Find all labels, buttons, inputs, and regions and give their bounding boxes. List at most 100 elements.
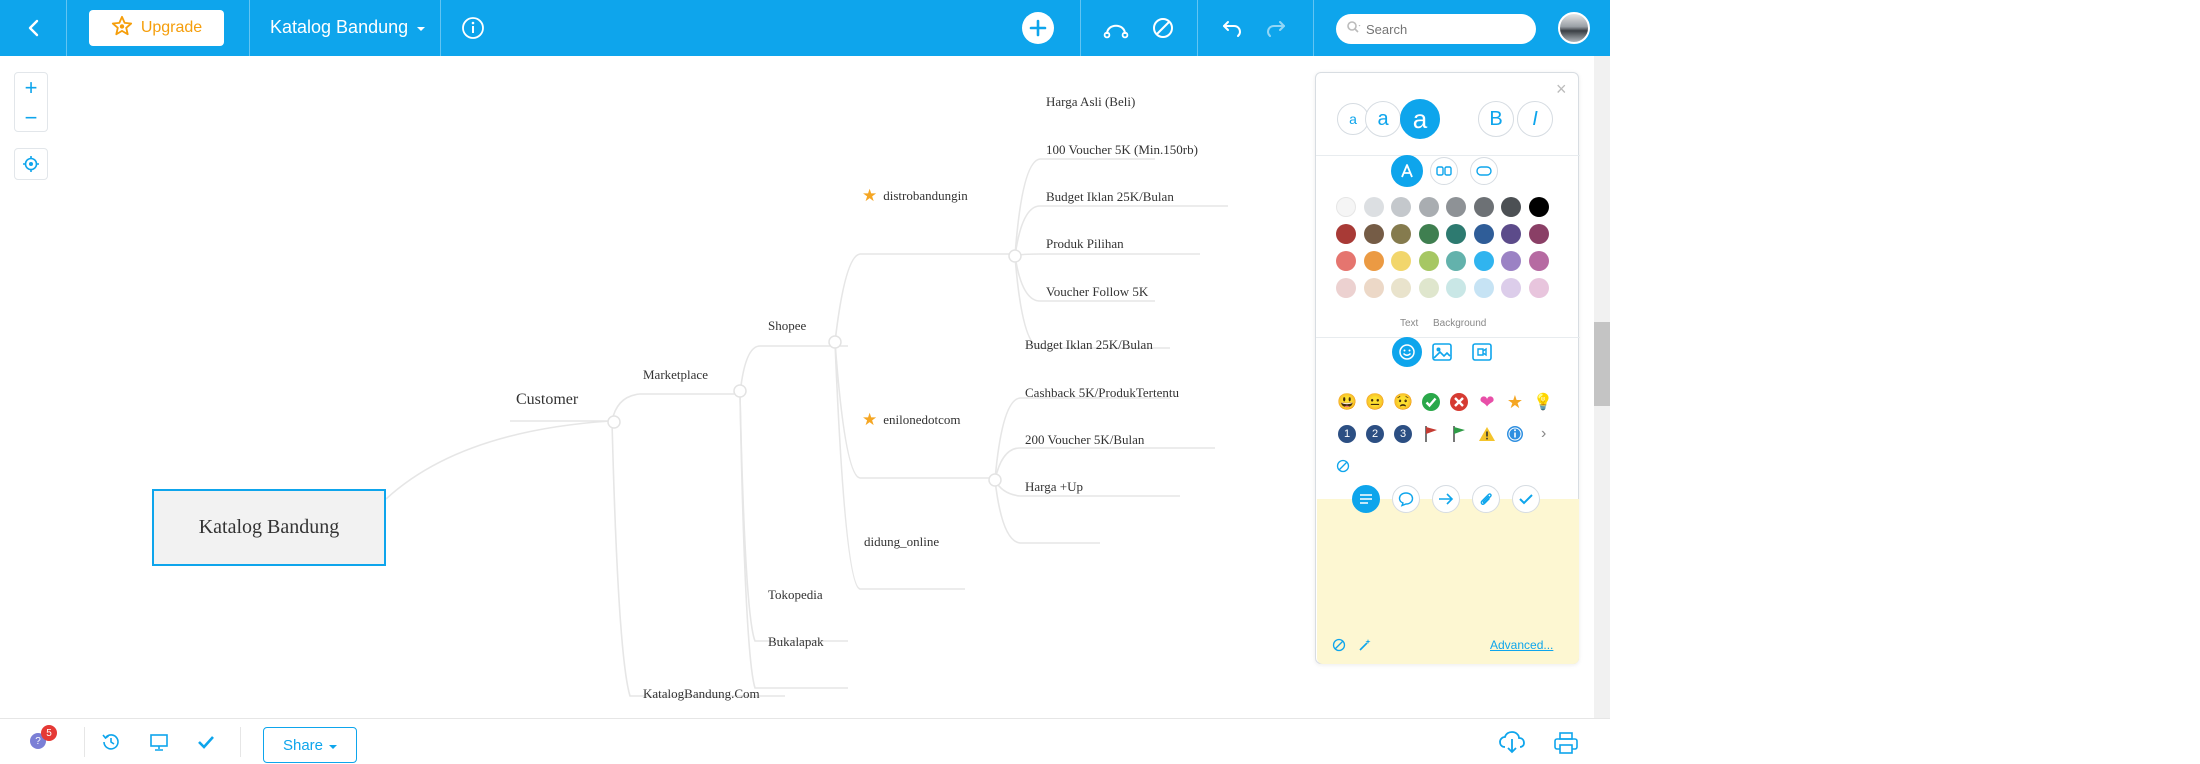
check-mark-icon[interactable]	[1420, 391, 1442, 413]
warning-icon[interactable]	[1476, 423, 1498, 445]
document-title-dropdown[interactable]: Katalog Bandung	[270, 17, 426, 38]
upgrade-button[interactable]: Upgrade	[89, 10, 224, 46]
color-swatch[interactable]	[1528, 224, 1549, 244]
search-input[interactable]	[1366, 21, 1516, 37]
color-swatch[interactable]	[1391, 251, 1411, 271]
bold-button[interactable]: B	[1478, 101, 1514, 137]
smiley-happy-icon[interactable]: 😃	[1336, 391, 1358, 413]
video-icon[interactable]	[1472, 343, 1492, 366]
image-icon[interactable]	[1432, 343, 1452, 366]
share-button[interactable]: Share	[263, 727, 357, 763]
check-icon[interactable]	[195, 731, 217, 758]
node-cashback[interactable]: Cashback 5K/ProdukTertentu	[1025, 385, 1179, 401]
color-swatch[interactable]	[1501, 224, 1521, 244]
chevron-right-icon[interactable]: ›	[1541, 425, 1546, 443]
color-swatch[interactable]	[1446, 224, 1466, 244]
color-swatch[interactable]	[1336, 224, 1356, 244]
node-distrobandungin[interactable]: ★ distrobandungin	[862, 186, 968, 206]
root-node[interactable]: Katalog Bandung	[152, 489, 386, 566]
no-style-icon[interactable]	[1332, 638, 1346, 657]
disable-icon[interactable]	[1151, 16, 1175, 45]
red-flag-icon[interactable]	[1420, 423, 1442, 445]
redo-icon[interactable]	[1264, 16, 1288, 45]
relationship-icon[interactable]	[1103, 15, 1129, 46]
info-icon[interactable]	[1504, 423, 1526, 445]
color-swatch[interactable]	[1501, 251, 1521, 271]
color-swatch[interactable]	[1446, 251, 1466, 271]
add-node-button[interactable]	[1022, 12, 1054, 44]
color-swatch[interactable]	[1473, 224, 1494, 244]
text-color-tab[interactable]	[1391, 155, 1423, 187]
color-swatch[interactable]	[1473, 251, 1494, 271]
print-icon[interactable]	[1553, 731, 1579, 760]
node-didung-online[interactable]: didung_online	[864, 534, 939, 550]
history-icon[interactable]	[100, 731, 122, 758]
color-swatch[interactable]	[1473, 278, 1494, 298]
background-tab-label[interactable]: Background	[1433, 318, 1486, 329]
node-200-voucher[interactable]: 200 Voucher 5K/Bulan	[1025, 432, 1144, 448]
cross-mark-icon[interactable]	[1448, 391, 1470, 413]
node-katalogbandung-com[interactable]: KatalogBandung.Com	[643, 686, 760, 702]
clear-icon[interactable]	[1336, 459, 1350, 478]
color-swatch[interactable]	[1391, 224, 1411, 244]
search-box[interactable]	[1336, 14, 1536, 44]
node-harga-asli[interactable]: Harga Asli (Beli)	[1046, 94, 1135, 110]
node-budget-iklan[interactable]: Budget Iklan 25K/Bulan	[1046, 189, 1174, 205]
italic-button[interactable]: I	[1517, 101, 1553, 137]
background-color-tab[interactable]	[1430, 157, 1458, 185]
undo-icon[interactable]	[1220, 16, 1244, 45]
link-arrow-icon[interactable]	[1432, 485, 1460, 513]
zoom-in-icon[interactable]: +	[15, 73, 47, 103]
node-tokopedia[interactable]: Tokopedia	[768, 587, 823, 603]
color-swatch[interactable]	[1446, 197, 1466, 217]
font-size-large-button[interactable]: a	[1400, 99, 1440, 139]
node-bukalapak[interactable]: Bukalapak	[768, 634, 824, 650]
color-swatch[interactable]	[1501, 278, 1521, 298]
color-swatch[interactable]	[1336, 197, 1356, 217]
heart-icon[interactable]: ❤	[1476, 391, 1498, 413]
presentation-icon[interactable]	[148, 731, 170, 758]
color-swatch[interactable]	[1336, 278, 1356, 298]
advanced-link[interactable]: Advanced...	[1490, 638, 1553, 652]
color-swatch[interactable]	[1391, 197, 1411, 217]
magic-wand-icon[interactable]	[1358, 638, 1372, 657]
color-swatch[interactable]	[1391, 278, 1411, 298]
color-swatch[interactable]	[1418, 224, 1439, 244]
border-color-tab[interactable]	[1470, 157, 1498, 185]
center-map-icon[interactable]	[14, 148, 48, 180]
node-produk-pilihan[interactable]: Produk Pilihan	[1046, 236, 1124, 252]
node-100-voucher[interactable]: 100 Voucher 5K (Min.150rb)	[1046, 142, 1198, 158]
node-marketplace[interactable]: Marketplace	[643, 367, 708, 383]
color-swatch[interactable]	[1418, 251, 1439, 271]
number-3-icon[interactable]: 3	[1394, 425, 1412, 443]
close-icon[interactable]: ×	[1556, 79, 1567, 100]
scrollbar-thumb[interactable]	[1594, 322, 1610, 406]
node-customer[interactable]: Customer	[516, 391, 578, 409]
color-swatch[interactable]	[1363, 224, 1384, 244]
info-icon[interactable]	[461, 16, 485, 45]
lightbulb-icon[interactable]: 💡	[1532, 391, 1554, 413]
task-check-icon[interactable]	[1512, 485, 1540, 513]
attachment-icon[interactable]	[1472, 485, 1500, 513]
green-flag-icon[interactable]	[1448, 423, 1470, 445]
zoom-out-icon[interactable]: −	[15, 103, 47, 133]
number-1-icon[interactable]: 1	[1338, 425, 1356, 443]
color-swatch[interactable]	[1528, 197, 1549, 217]
star-icon[interactable]: ★	[1504, 391, 1526, 413]
note-icon[interactable]	[1352, 485, 1380, 513]
smiley-sad-icon[interactable]: 😟	[1392, 391, 1414, 413]
font-size-medium-button[interactable]: a	[1365, 101, 1401, 137]
color-swatch[interactable]	[1363, 251, 1384, 271]
color-swatch[interactable]	[1501, 197, 1521, 217]
color-swatch[interactable]	[1446, 278, 1466, 298]
color-swatch[interactable]	[1418, 197, 1439, 217]
emoji-tab[interactable]	[1392, 337, 1422, 367]
node-shopee[interactable]: Shopee	[768, 318, 806, 334]
node-harga-up[interactable]: Harga +Up	[1025, 479, 1083, 495]
color-swatch[interactable]	[1473, 197, 1494, 217]
cloud-download-icon[interactable]	[1498, 729, 1526, 760]
color-swatch[interactable]	[1363, 197, 1384, 217]
smiley-neutral-icon[interactable]: 😐	[1364, 391, 1386, 413]
number-2-icon[interactable]: 2	[1366, 425, 1384, 443]
text-tab-label[interactable]: Text	[1400, 318, 1418, 329]
